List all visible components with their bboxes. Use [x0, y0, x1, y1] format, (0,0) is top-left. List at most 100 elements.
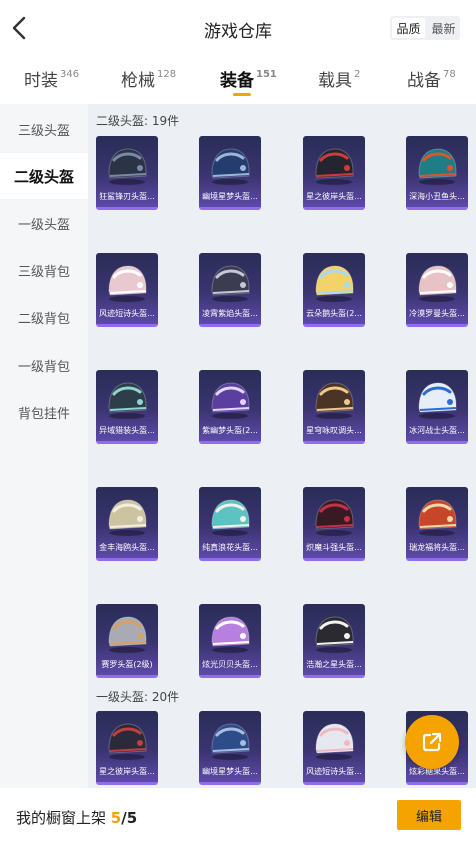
- helmet-item-name: 金丰海鸥头盔...: [99, 543, 155, 552]
- helmet-item-card[interactable]: 云朵鹅头盔(2...: [303, 253, 365, 327]
- tab-label: 战备: [407, 71, 441, 91]
- helmet-item-card[interactable]: 风迹短诗头盔...: [303, 711, 365, 785]
- helmet-item-name: 星之彼岸头盔...: [99, 767, 155, 776]
- helmet-item-name: 云朵鹅头盔(2...: [306, 309, 362, 318]
- section-label-level2: 二级头盔: 19件: [96, 114, 180, 128]
- helmet-item-card[interactable]: 深海小丑鱼头...: [406, 136, 468, 210]
- helmet-item-name: 浩瀚之星头盔...: [306, 660, 362, 669]
- helmet-icon: [108, 616, 147, 653]
- helmet-item-card[interactable]: 赛罗头盔(2级): [96, 604, 158, 678]
- showcase-total: /5: [121, 809, 138, 827]
- helmet-item-name: 赛罗头盔(2级): [101, 660, 153, 669]
- helmet-item-card[interactable]: 凌霄紫焰头盔...: [199, 253, 261, 327]
- subcategory-sidebar: 三级头盔 二级头盔 一级头盔 三级背包 二级背包 一级背包 背包挂件: [0, 104, 88, 788]
- tab-label: 枪械: [121, 71, 155, 91]
- helmet-item-card[interactable]: 幽境星梦头盔...: [199, 711, 261, 785]
- helmet-icon: [418, 148, 457, 185]
- helmet-item-name: 炫光贝贝头盔...: [202, 660, 258, 669]
- helmet-icon: [315, 616, 354, 653]
- tab-label: 装备: [220, 71, 254, 91]
- helmet-item-name: 炽魔斗强头盔...: [306, 543, 362, 552]
- tab-equipment[interactable]: 装备 151: [220, 66, 277, 96]
- helmet-item-card[interactable]: 金丰海鸥头盔...: [96, 487, 158, 561]
- helmet-item-name: 风迹短诗头盔...: [99, 309, 155, 318]
- tab-firearms[interactable]: 枪械 128: [121, 66, 176, 91]
- helmet-item-name: 幽境星梦头盔...: [202, 767, 258, 776]
- helmet-icon: [315, 499, 354, 536]
- helmet-icon: [315, 265, 354, 302]
- helmet-item-card[interactable]: 狂鲨锋刃头盔...: [96, 136, 158, 210]
- section-label-level1: 一级头盔: 20件: [96, 690, 180, 704]
- sidebar-item-level1-backpack[interactable]: 一级背包: [0, 342, 88, 388]
- tab-count: 78: [443, 69, 456, 80]
- header-bar: 游戏仓库 品质 最新: [0, 0, 476, 56]
- sidebar-item-level1-helmet[interactable]: 一级头盔: [0, 200, 88, 246]
- showcase-count: 5: [110, 809, 122, 827]
- share-external-icon: [422, 732, 442, 752]
- helmet-item-card[interactable]: 冰河战士头盔...: [406, 370, 468, 444]
- tab-supplies[interactable]: 战备 78: [407, 66, 456, 91]
- helmet-icon: [211, 723, 250, 760]
- sidebar-item-level2-backpack[interactable]: 二级背包: [0, 294, 88, 340]
- tab-count: 151: [256, 69, 277, 80]
- bottom-bar: 我的橱窗上架 5/5 编辑: [0, 788, 476, 843]
- tab-label: 时装: [24, 71, 58, 91]
- active-tab-indicator: [233, 93, 251, 96]
- helmet-item-name: 狂鲨锋刃头盔...: [99, 192, 155, 201]
- helmet-item-name: 幽境星梦头盔...: [202, 192, 258, 201]
- helmet-item-name: 深海小丑鱼头...: [409, 192, 465, 201]
- helmet-item-card[interactable]: 炫光贝贝头盔...: [199, 604, 261, 678]
- sidebar-item-level3-helmet[interactable]: 三级头盔: [0, 106, 88, 152]
- helmet-icon: [211, 499, 250, 536]
- helmet-item-name: 星之彼岸头盔...: [306, 192, 362, 201]
- tab-count: 2: [354, 69, 361, 80]
- helmet-item-card[interactable]: 纯真浪花头盔...: [199, 487, 261, 561]
- tab-fashion[interactable]: 时装 346: [24, 66, 79, 91]
- helmet-item-card[interactable]: 浩瀚之星头盔...: [303, 604, 365, 678]
- tab-count: 346: [60, 69, 80, 80]
- helmet-icon: [108, 265, 147, 302]
- sort-latest-button[interactable]: 最新: [427, 16, 460, 40]
- helmet-icon: [315, 148, 354, 185]
- item-grid: 二级头盔: 19件 狂鲨锋刃头盔... 幽境星梦头盔... 星之彼岸头盔... 深海小…: [88, 104, 476, 788]
- helmet-item-name: 瑞龙福将头盔...: [409, 543, 465, 552]
- helmet-item-name: 纯真浪花头盔...: [202, 543, 258, 552]
- helmet-icon: [315, 723, 354, 760]
- helmet-item-card[interactable]: 炽魔斗强头盔...: [303, 487, 365, 561]
- helmet-item-name: 风迹短诗头盔...: [306, 767, 362, 776]
- helmet-item-card[interactable]: 紫幽梦头盔(2...: [199, 370, 261, 444]
- tab-count: 128: [157, 69, 177, 80]
- helmet-icon: [108, 723, 147, 760]
- helmet-icon: [418, 265, 457, 302]
- helmet-item-card[interactable]: 瑞龙福将头盔...: [406, 487, 468, 561]
- helmet-icon: [211, 382, 250, 419]
- helmet-item-name: 凌霄紫焰头盔...: [202, 309, 258, 318]
- helmet-item-card[interactable]: 星之彼岸头盔...: [303, 136, 365, 210]
- sidebar-item-backpack-charms[interactable]: 背包挂件: [0, 389, 88, 435]
- edit-button[interactable]: 编辑: [397, 800, 461, 830]
- helmet-icon: [108, 382, 147, 419]
- helmet-item-card[interactable]: 星之彼岸头盔...: [96, 711, 158, 785]
- showcase-label: 我的橱窗上架: [16, 809, 107, 827]
- helmet-item-name: 冰河战士头盔...: [409, 426, 465, 435]
- helmet-icon: [108, 148, 147, 185]
- tab-vehicles[interactable]: 载具 2: [318, 66, 360, 91]
- tab-label: 载具: [318, 71, 352, 91]
- helmet-item-card[interactable]: 星穹咏叹调头...: [303, 370, 365, 444]
- helmet-icon: [211, 265, 250, 302]
- sidebar-item-level3-backpack[interactable]: 三级背包: [0, 247, 88, 293]
- helmet-item-card[interactable]: 风迹短诗头盔...: [96, 253, 158, 327]
- helmet-icon: [418, 499, 457, 536]
- helmet-item-card[interactable]: 异域猎装头盔...: [96, 370, 158, 444]
- share-button[interactable]: [405, 715, 459, 769]
- helmet-icon: [108, 499, 147, 536]
- helmet-item-card[interactable]: 幽境星梦头盔...: [199, 136, 261, 210]
- helmet-item-name: 紫幽梦头盔(2...: [202, 426, 258, 435]
- sidebar-item-level2-helmet[interactable]: 二级头盔: [0, 153, 88, 199]
- category-tabs: 时装 346 枪械 128 装备 151 载具 2 战备 78: [0, 56, 476, 102]
- sort-quality-button[interactable]: 品质: [392, 18, 425, 38]
- sort-toggle: 品质 最新: [390, 16, 460, 40]
- showcase-status: 我的橱窗上架 5/5: [16, 807, 137, 828]
- helmet-icon: [315, 382, 354, 419]
- helmet-item-card[interactable]: 冷漠罗曼头盔...: [406, 253, 468, 327]
